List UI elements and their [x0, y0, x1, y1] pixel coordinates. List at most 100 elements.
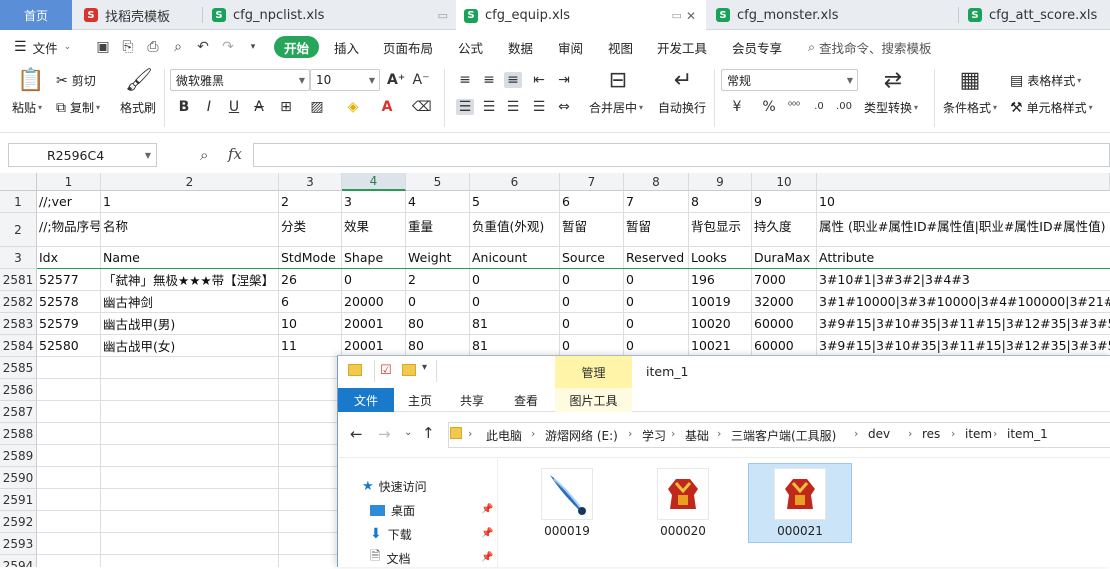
chevron-right-icon[interactable]: › [993, 427, 997, 440]
chevron-right-icon[interactable]: › [908, 427, 912, 440]
chevron-right-icon[interactable]: › [468, 427, 472, 440]
column-header[interactable] [817, 173, 1110, 191]
grid-cell[interactable] [37, 445, 101, 467]
font-color-icon[interactable]: A [378, 99, 396, 115]
explorer-tab-home[interactable]: 主页 [394, 388, 446, 412]
grid-cell[interactable]: 10020 [689, 313, 752, 335]
row-header[interactable]: 2590 [0, 467, 37, 489]
grid-cell[interactable]: 幽古神剑 [101, 291, 279, 313]
grid-cell[interactable]: 52577 [37, 269, 101, 291]
table-style-button[interactable]: ▤ 表格样式 ▾ [1010, 72, 1081, 89]
back-icon[interactable]: ← [350, 425, 363, 443]
grid-cell[interactable] [101, 379, 279, 401]
grid-cell[interactable]: 属性 (职业#属性ID#属性值|职业#属性ID#属性值) [817, 213, 1110, 247]
thousands-icon[interactable]: ⁰⁰⁰ [785, 99, 803, 115]
grid-cell[interactable] [279, 467, 342, 489]
grid-cell[interactable]: 6 [279, 291, 342, 313]
menu-data[interactable]: 数据 [508, 31, 533, 63]
command-search[interactable]: ⌕ 查找命令、搜索模板 [808, 31, 932, 63]
column-header[interactable]: 3 [279, 173, 342, 191]
row-header[interactable]: 2594 [0, 555, 37, 567]
chevron-right-icon[interactable]: › [628, 427, 632, 440]
grid-cell[interactable]: 52578 [37, 291, 101, 313]
distribute-icon[interactable]: ⇔ [555, 99, 573, 115]
indent-decrease-icon[interactable]: ⇤ [530, 72, 548, 88]
breadcrumb-item[interactable]: item_1 [1007, 427, 1048, 441]
grid-cell[interactable] [101, 401, 279, 423]
menu-insert[interactable]: 插入 [334, 31, 359, 63]
explorer-tab-file[interactable]: 文件 [338, 388, 394, 412]
grid-cell[interactable]: 0 [624, 291, 689, 313]
row-header[interactable]: 2589 [0, 445, 37, 467]
grid-cell[interactable]: 4 [406, 191, 470, 213]
paste-button[interactable]: 粘贴 ▾ [12, 99, 42, 116]
menu-page-layout[interactable]: 页面布局 [383, 31, 433, 63]
fill-pattern-icon[interactable]: ▨ [308, 99, 326, 115]
cell-style-button[interactable]: ⚒ 单元格样式 ▾ [1010, 99, 1093, 116]
grid-cell[interactable]: 6 [560, 191, 624, 213]
font-size-select[interactable]: 10 ▼ [310, 69, 380, 91]
wrap-text-button[interactable]: 自动换行 [658, 99, 706, 116]
align-top-icon[interactable]: ≡ [456, 72, 474, 88]
grid-cell[interactable]: 0 [624, 335, 689, 357]
fx-icon[interactable]: fx [228, 145, 242, 163]
new-folder-icon[interactable] [402, 364, 416, 376]
up-icon[interactable]: ↑ [422, 424, 435, 442]
row-header[interactable]: 1 [0, 191, 37, 213]
clear-format-icon[interactable]: ⌫ [412, 99, 432, 115]
menu-formula[interactable]: 公式 [458, 31, 483, 63]
tab-cfg-monster[interactable]: S cfg_monster.xls [708, 0, 958, 30]
undo-icon[interactable]: ↶ [195, 39, 211, 55]
grid-cell[interactable] [279, 445, 342, 467]
grid-cell[interactable] [37, 489, 101, 511]
grid-cell[interactable]: 32000 [752, 291, 817, 313]
menu-review[interactable]: 审阅 [558, 31, 583, 63]
column-header[interactable]: 9 [689, 173, 752, 191]
nav-desktop[interactable]: 桌面 [370, 500, 415, 520]
align-right-icon[interactable]: ☰ [504, 99, 522, 115]
grid-cell[interactable]: Looks [689, 247, 752, 269]
select-all-corner[interactable] [0, 173, 37, 191]
font-grow-icon[interactable]: A⁺ [387, 72, 405, 88]
grid-cell[interactable] [37, 511, 101, 533]
grid-cell[interactable] [101, 445, 279, 467]
grid-cell[interactable]: 81 [470, 313, 560, 335]
grid-cell[interactable]: Attribute [817, 247, 1110, 269]
conditional-format-icon[interactable]: ▦ [955, 69, 985, 93]
column-header[interactable]: 6 [470, 173, 560, 191]
grid-cell[interactable]: 3#10#1|3#3#2|3#4#3 [817, 269, 1110, 291]
grid-cell[interactable]: 80 [406, 335, 470, 357]
format-painter-icon[interactable]: 🖌 [124, 69, 154, 93]
export-icon[interactable]: ⎘ [120, 39, 136, 55]
border-icon[interactable]: ⊞ [277, 99, 295, 115]
grid-cell[interactable]: DuraMax [752, 247, 817, 269]
merge-center-button[interactable]: 合并居中 ▾ [589, 99, 643, 116]
chevron-right-icon[interactable]: › [951, 427, 955, 440]
strikethrough-icon[interactable]: A [250, 99, 268, 115]
grid-cell[interactable]: 0 [624, 313, 689, 335]
column-header[interactable]: 4 [342, 173, 406, 191]
grid-cell[interactable]: 0 [560, 269, 624, 291]
grid-cell[interactable]: 20001 [342, 335, 406, 357]
file-item[interactable]: 000020 [632, 464, 734, 544]
increase-decimal-icon[interactable]: .0 [810, 99, 828, 115]
grid-cell[interactable]: 效果 [342, 213, 406, 247]
name-box[interactable]: R2596C4 ▼ [8, 143, 157, 167]
justify-icon[interactable]: ☰ [530, 99, 548, 115]
align-bottom-icon[interactable]: ≡ [504, 72, 522, 88]
tab-docer[interactable]: S 找稻壳模板 [76, 0, 200, 30]
grid-cell[interactable]: 背包显示 [689, 213, 752, 247]
menu-developer[interactable]: 开发工具 [657, 31, 707, 63]
indent-increase-icon[interactable]: ⇥ [555, 72, 573, 88]
grid-cell[interactable]: 0 [624, 269, 689, 291]
recent-locations-icon[interactable]: ⌄ [404, 427, 412, 438]
grid-cell[interactable]: 11 [279, 335, 342, 357]
grid-cell[interactable]: 60000 [752, 313, 817, 335]
close-icon[interactable]: ✕ [686, 9, 696, 23]
wrap-text-icon[interactable]: ↵ [668, 69, 698, 93]
grid-cell[interactable]: Source [560, 247, 624, 269]
pin-icon[interactable]: ▭ [438, 9, 448, 22]
grid-cell[interactable]: Shape [342, 247, 406, 269]
row-header[interactable]: 2592 [0, 511, 37, 533]
row-header[interactable]: 2593 [0, 533, 37, 555]
